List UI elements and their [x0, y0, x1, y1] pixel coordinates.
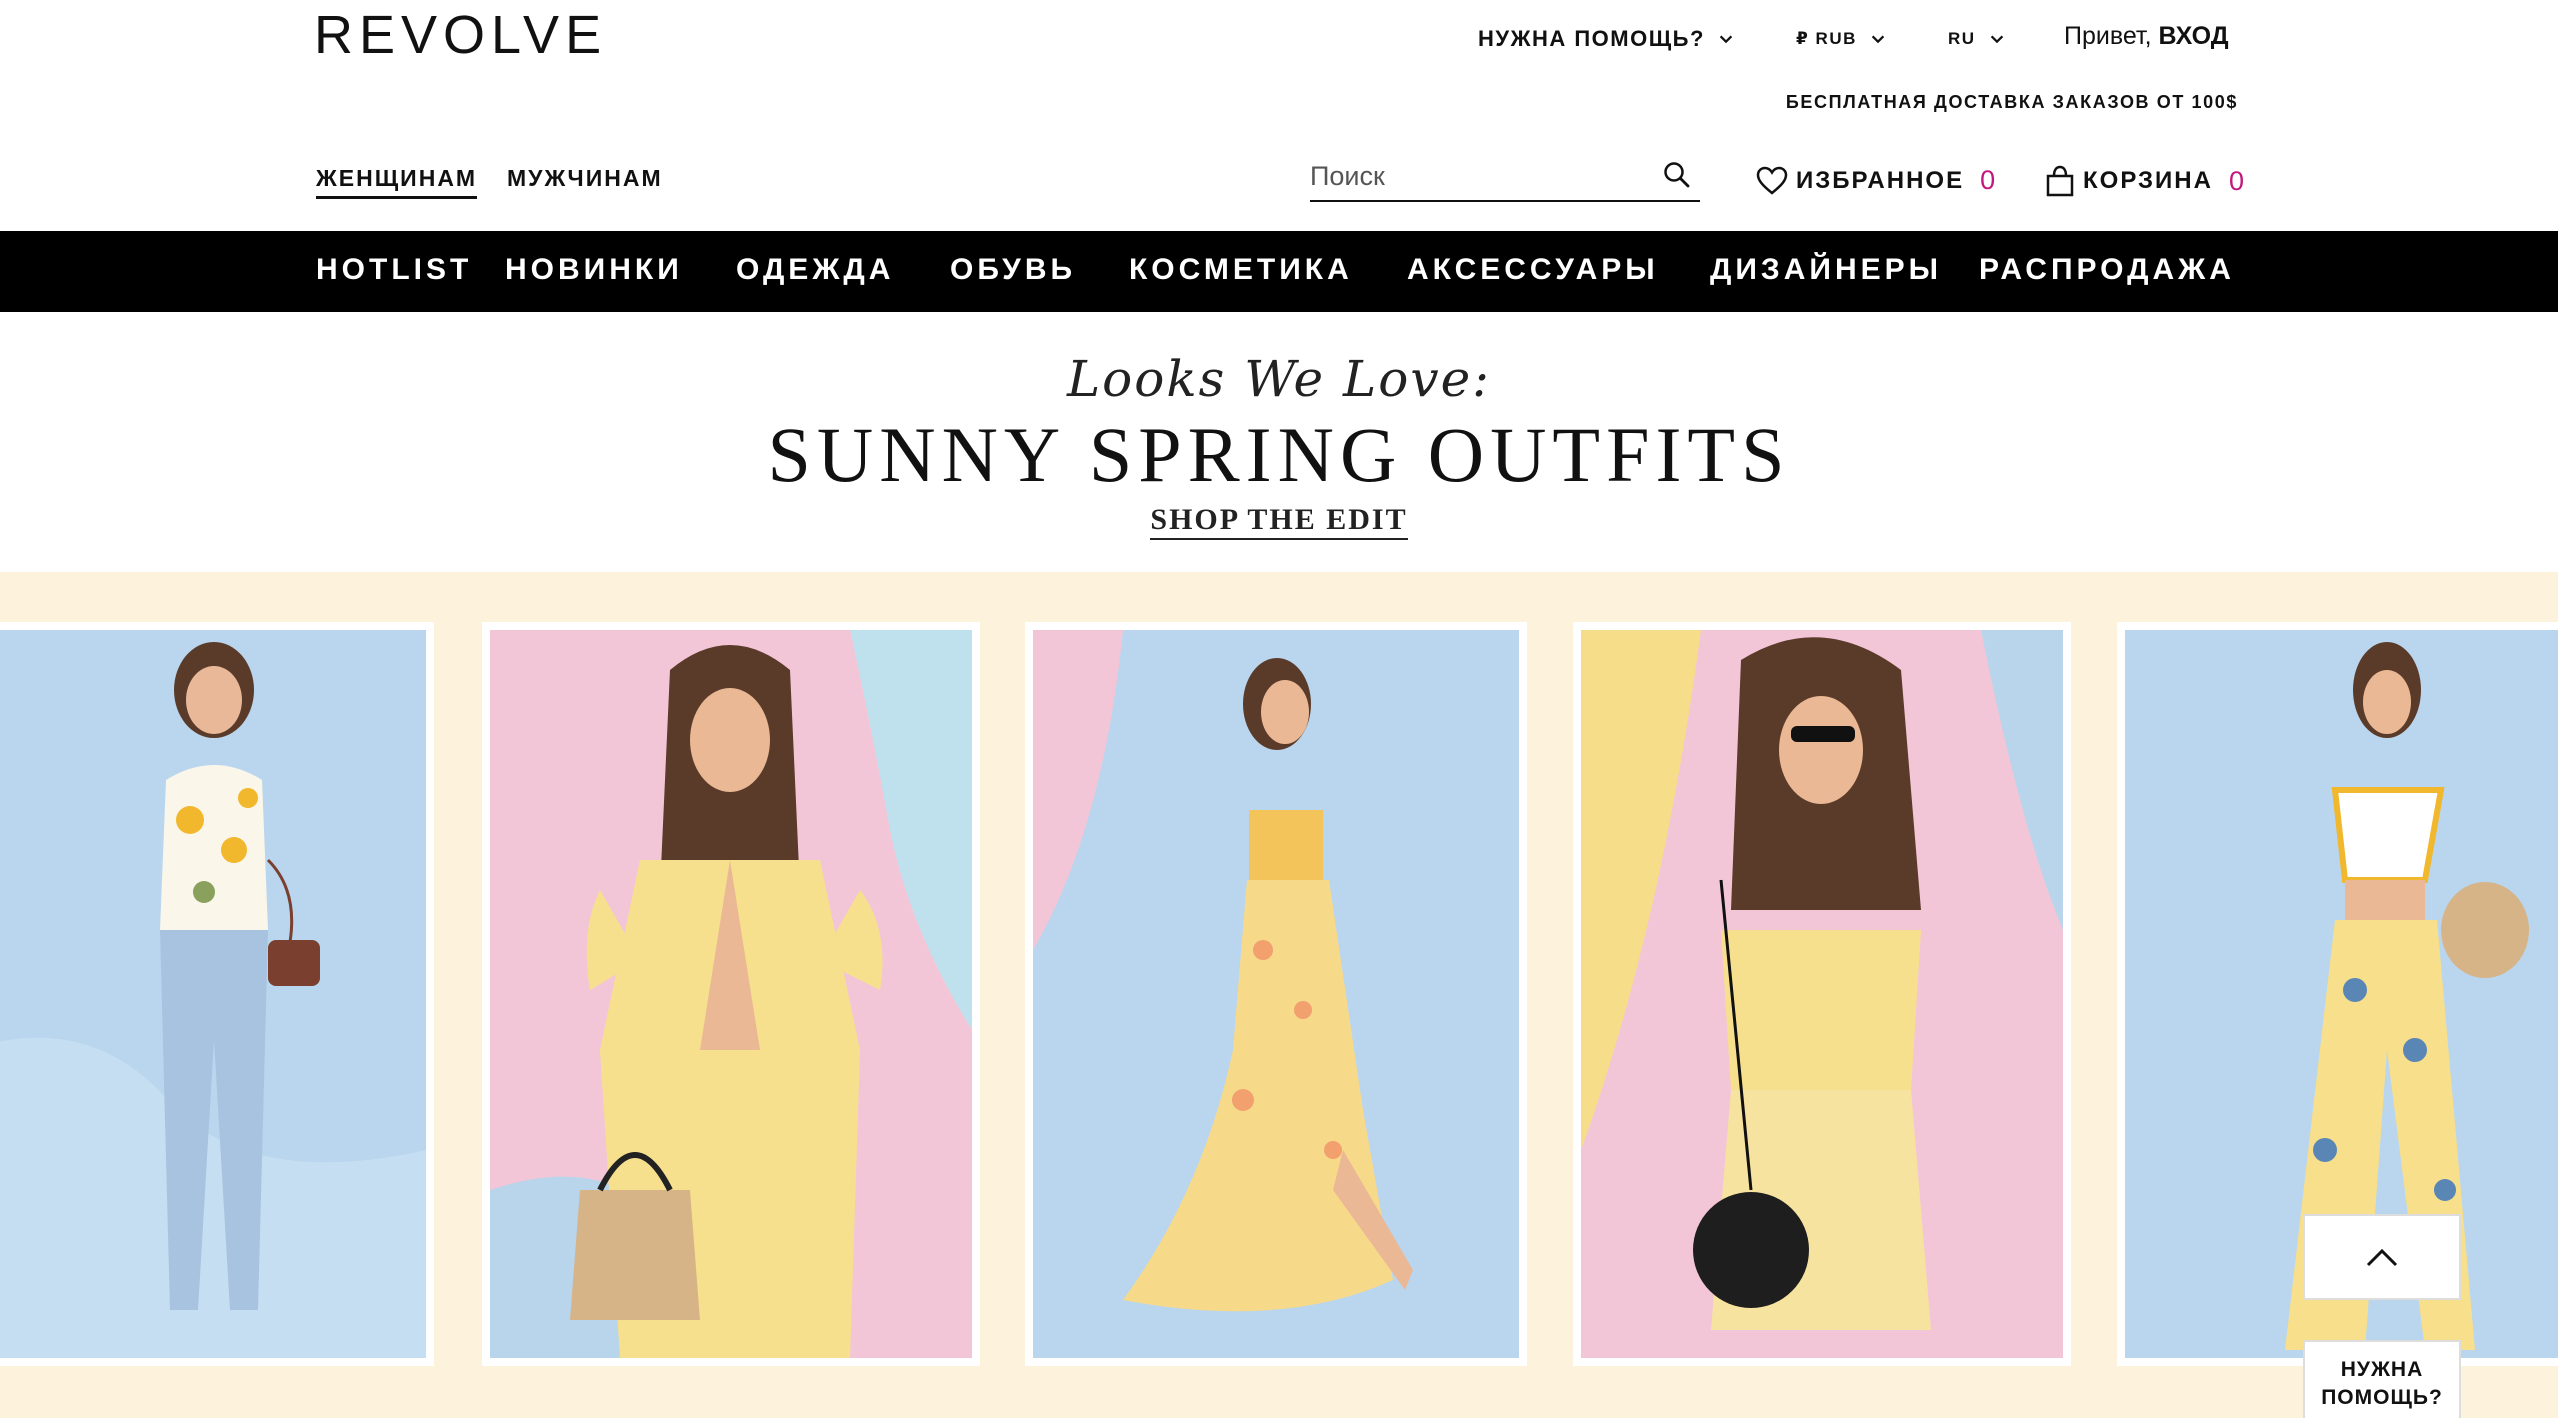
help-label: НУЖНА ПОМОЩЬ? [1478, 26, 1705, 51]
outfit-card[interactable] [1573, 622, 2071, 1366]
greeting-text: Привет, [2064, 22, 2152, 50]
search-input[interactable] [1310, 156, 1640, 196]
currency-label: ₽ RUB [1796, 29, 1857, 48]
outfit-photo [1033, 630, 1519, 1358]
tab-men[interactable]: МУЖЧИНАМ [507, 165, 663, 196]
language-label: RU [1948, 29, 1976, 48]
wishlist-count: 0 [1980, 165, 1998, 195]
chevron-down-icon [1990, 35, 2003, 44]
chevron-down-icon [1719, 35, 1733, 44]
hero-title: SUNNY SPRING OUTFITS [767, 411, 1791, 498]
cart-label: КОРЗИНА [2083, 167, 2213, 194]
cart-count: 0 [2228, 165, 2246, 196]
free-shipping-banner: БЕСПЛАТНАЯ ДОСТАВКА ЗАКАЗОВ ОТ 100$ [1785, 92, 2238, 112]
nav-new-arrivals[interactable]: НОВИНКИ [505, 253, 683, 287]
wishlist-link[interactable]: ИЗБРАННОЕ 0 [1756, 165, 1997, 196]
cart-link[interactable]: КОРЗИНА 0 [2045, 165, 2246, 197]
search-box [1310, 156, 1700, 202]
currency-dropdown[interactable]: ₽ RUB [1796, 29, 1887, 49]
outfit-photo [0, 630, 426, 1358]
nav-clothing[interactable]: ОДЕЖДА [736, 253, 894, 287]
tab-women[interactable]: ЖЕНЩИНАМ [316, 165, 478, 199]
nav-hotlist[interactable]: HOTLIST [316, 253, 472, 287]
outfit-card[interactable] [1025, 622, 1527, 1366]
shop-the-edit-link[interactable]: SHOP THE EDIT [0, 503, 2558, 540]
back-to-top-button[interactable] [2303, 1214, 2461, 1300]
outfit-card[interactable] [482, 622, 980, 1366]
chevron-down-icon [1871, 35, 1885, 44]
outfit-card[interactable] [0, 622, 434, 1366]
nav-shoes[interactable]: ОБУВЬ [950, 253, 1076, 287]
search-icon[interactable] [1662, 160, 1692, 190]
nav-accessories[interactable]: АКСЕССУАРЫ [1407, 253, 1659, 287]
shop-the-edit-label: SHOP THE EDIT [1150, 503, 1408, 540]
chevron-up-icon [2366, 1248, 2398, 1267]
heart-icon [1756, 166, 1788, 195]
revolve-logo[interactable]: REVOLVE [314, 8, 607, 62]
language-dropdown[interactable]: RU [1948, 29, 2006, 49]
help-dropdown[interactable]: НУЖНА ПОМОЩЬ? [1478, 26, 1735, 52]
wishlist-label: ИЗБРАННОЕ [1796, 166, 1965, 194]
nav-sale[interactable]: РАСПРОДАЖА [1979, 253, 2235, 287]
nav-beauty[interactable]: КОСМЕТИКА [1129, 253, 1353, 287]
shopping-bag-icon [2046, 165, 2074, 197]
hero-kicker: Looks We Love: [1066, 350, 1492, 408]
login-link[interactable]: ВХОД [2159, 22, 2229, 50]
account-greeting: Привет, ВХОД [2064, 22, 2229, 51]
outfit-photo [490, 630, 972, 1358]
outfit-photo [1581, 630, 2063, 1358]
nav-designers[interactable]: ДИЗАЙНЕРЫ [1710, 253, 1942, 287]
help-chat-button[interactable]: НУЖНА ПОМОЩЬ? [2303, 1340, 2461, 1418]
